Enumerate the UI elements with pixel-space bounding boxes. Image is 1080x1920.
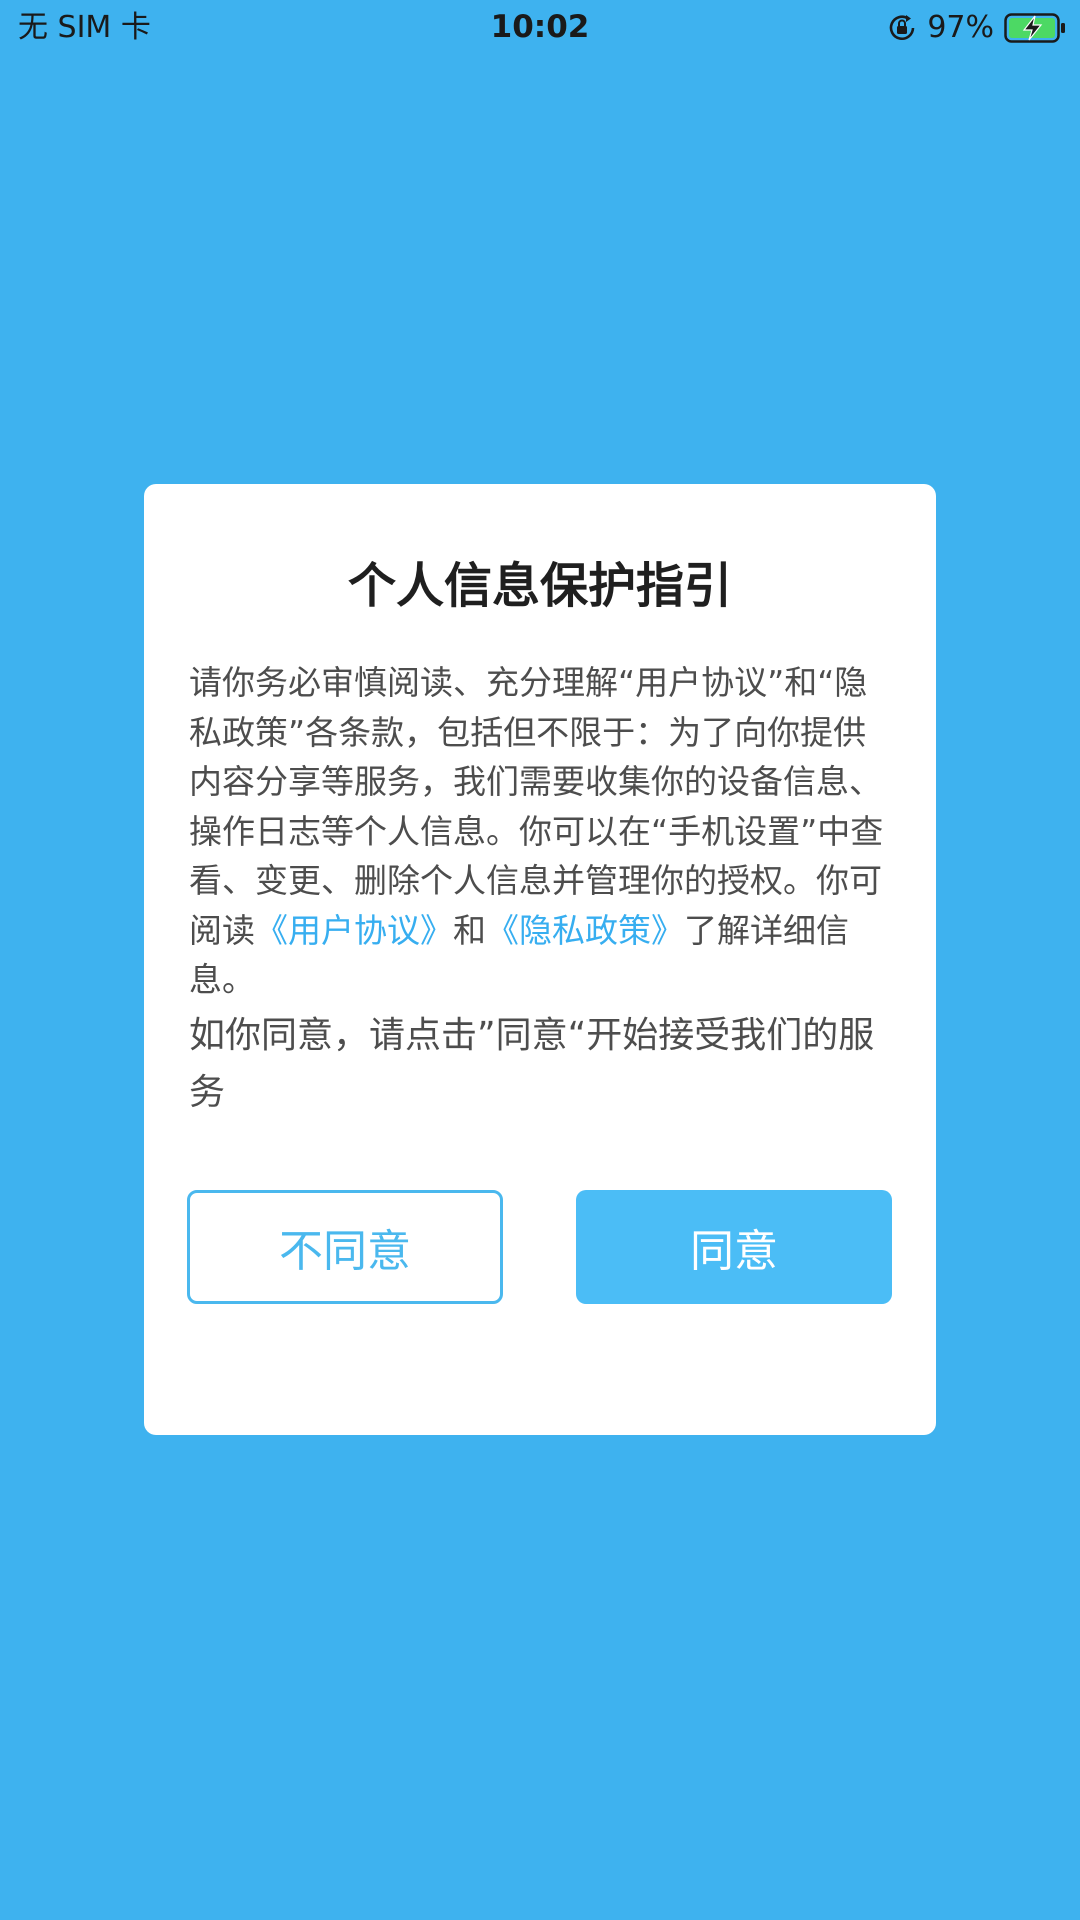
disagree-button[interactable]: 不同意 xyxy=(187,1190,503,1304)
privacy-dialog: 个人信息保护指引 请你务必审慎阅读、充分理解“用户协议”和“隐私政策”各条款，包… xyxy=(144,484,936,1435)
consent-text: 如你同意，请点击”同意“开始接受我们的服务 xyxy=(189,1014,875,1113)
status-right-group: 97% xyxy=(887,8,1066,48)
disagree-button-label: 不同意 xyxy=(279,1226,411,1277)
status-bar: 无 SIM 卡 10:02 97% xyxy=(0,0,1080,56)
user-agreement-link[interactable]: 《用户协议》 xyxy=(255,911,453,950)
and-text: 和 xyxy=(453,910,486,950)
intro-text: 请你务必审慎阅读、充分理解“用户协议”和“隐私政策”各条款，包括但不限于：为了向… xyxy=(189,663,884,950)
agree-button[interactable]: 同意 xyxy=(576,1190,892,1304)
dialog-body: 请你务必审慎阅读、充分理解“用户协议”和“隐私政策”各条款，包括但不限于：为了向… xyxy=(189,658,894,1121)
privacy-policy-link[interactable]: 《隐私政策》 xyxy=(486,911,684,950)
agree-button-label: 同意 xyxy=(690,1226,778,1277)
policy-paragraph: 请你务必审慎阅读、充分理解“用户协议”和“隐私政策”各条款，包括但不限于：为了向… xyxy=(189,658,894,1005)
battery-percent: 97% xyxy=(927,10,994,45)
orientation-lock-icon xyxy=(887,13,917,43)
dialog-title: 个人信息保护指引 xyxy=(347,558,732,614)
battery-charging-icon xyxy=(1004,13,1066,43)
